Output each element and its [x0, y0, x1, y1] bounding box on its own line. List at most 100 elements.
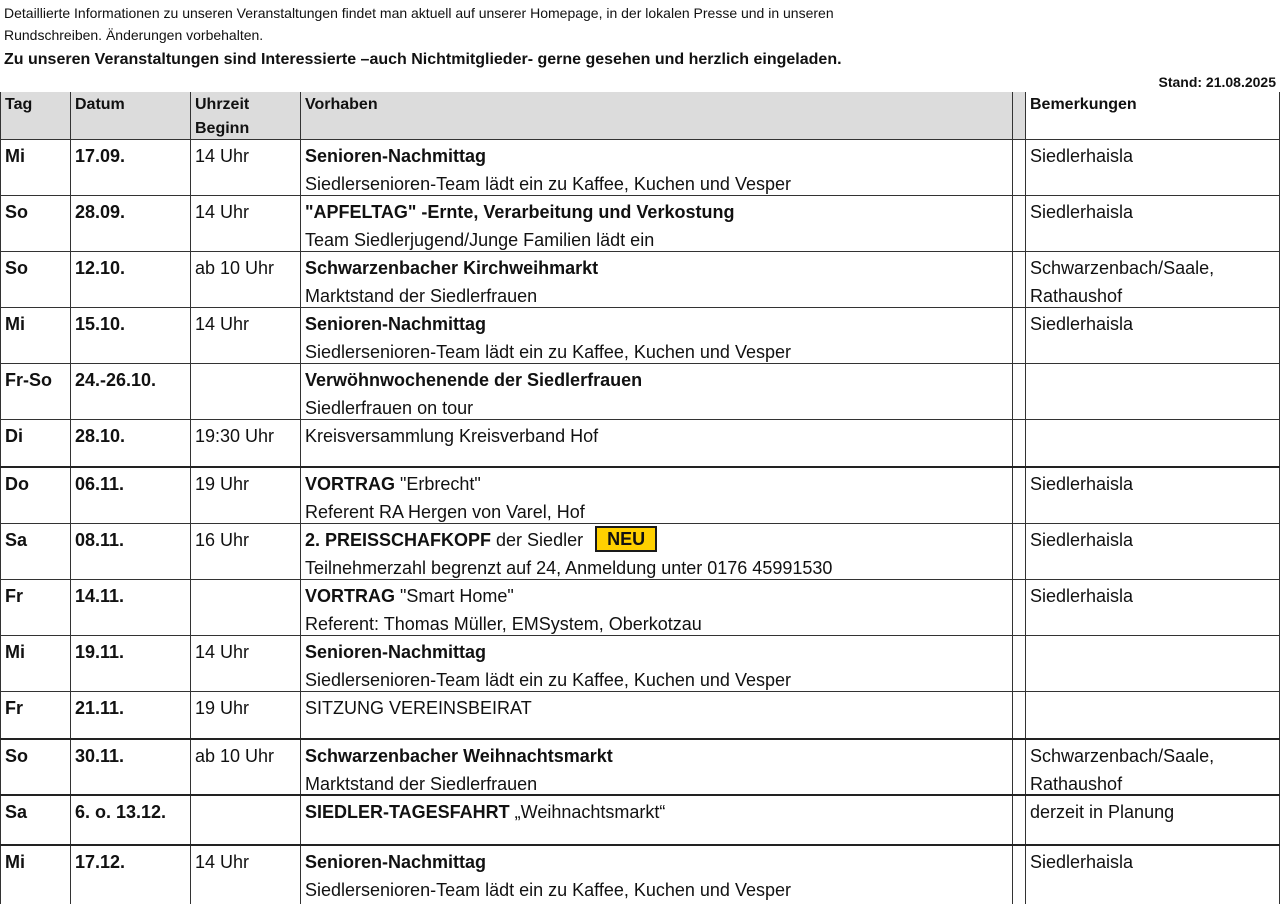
event-title-main: VORTRAG — [305, 586, 395, 606]
cell-vorhaben: Senioren-Nachmittag Siedlersenioren-Team … — [300, 636, 1012, 692]
cell-tag: Fr — [0, 580, 70, 636]
event-description: Kreisversammlung Kreisverband Hof — [305, 426, 599, 446]
cell-uhrzeit: 19 Uhr — [190, 468, 300, 524]
table-row: Fr 21.11. 19 Uhr SITZUNG VEREINSBEIRAT — [0, 692, 1280, 740]
cell-bemerkungen: derzeit in Planung — [1026, 796, 1280, 846]
column-gap — [1012, 524, 1026, 580]
table-row: Sa 6. o. 13.12. SIEDLER-TAGESFAHRT „Weihna… — [0, 796, 1280, 846]
remark-line-1: Schwarzenbach/Saale, — [1030, 258, 1215, 278]
cell-tag: Do — [0, 468, 70, 524]
column-gap — [1012, 580, 1026, 636]
header-vorhaben: Vorhaben — [300, 92, 1012, 140]
event-title-main: "APFELTAG" -Ernte, Verarbeitung und Verk… — [305, 202, 735, 222]
cell-datum: 21.11. — [70, 692, 190, 740]
column-gap — [1012, 364, 1026, 420]
cell-bemerkungen: Siedlerhaisla — [1026, 140, 1280, 196]
cell-vorhaben: VORTRAG "Erbrecht" Referent RA Hergen von… — [300, 468, 1012, 524]
cell-uhrzeit — [190, 364, 300, 420]
remark-line-2: Rathaushof — [1030, 286, 1123, 306]
cell-bemerkungen: Siedlerhaisla — [1026, 846, 1280, 904]
cell-tag: So — [0, 740, 70, 796]
cell-vorhaben: SITZUNG VEREINSBEIRAT — [300, 692, 1012, 740]
cell-uhrzeit: 16 Uhr — [190, 524, 300, 580]
cell-datum: 30.11. — [70, 740, 190, 796]
event-title: SIEDLER-TAGESFAHRT „Weihnachtsmarkt“ — [305, 798, 1012, 826]
cell-bemerkungen — [1026, 420, 1280, 468]
column-gap — [1012, 308, 1026, 364]
event-title-suffix: "Erbrecht" — [395, 474, 481, 494]
cell-uhrzeit: 19:30 Uhr — [190, 420, 300, 468]
column-gap — [1012, 740, 1026, 796]
cell-vorhaben: 2. PREISSCHAFKOPF der Siedler NEU Teilnehm… — [300, 524, 1012, 580]
event-title-main: Senioren-Nachmittag — [305, 852, 487, 872]
remark-line-1: Siedlerhaisla — [1030, 314, 1134, 334]
event-title: "APFELTAG" -Ernte, Verarbeitung und Verk… — [305, 198, 1012, 226]
event-title: Senioren-Nachmittag — [305, 142, 1012, 170]
event-title-main: Senioren-Nachmittag — [305, 146, 487, 166]
cell-datum: 6. o. 13.12. — [70, 796, 190, 846]
cell-bemerkungen: Siedlerhaisla — [1026, 580, 1280, 636]
table-row: Fr-So 24.-26.10. Verwöhnwochenende der Sie… — [0, 364, 1280, 420]
event-title: Senioren-Nachmittag — [305, 638, 1012, 666]
remark-line-1: Siedlerhaisla — [1030, 474, 1134, 494]
header-datum: Datum — [70, 92, 190, 140]
column-gap — [1012, 92, 1026, 140]
cell-uhrzeit: 14 Uhr — [190, 140, 300, 196]
cell-tag: Mi — [0, 308, 70, 364]
cell-uhrzeit: 14 Uhr — [190, 846, 300, 904]
cell-datum: 17.09. — [70, 140, 190, 196]
cell-uhrzeit: 14 Uhr — [190, 196, 300, 252]
column-gap — [1012, 140, 1026, 196]
cell-datum: 08.11. — [70, 524, 190, 580]
event-subtitle: Siedlersenioren-Team lädt ein zu Kaffee,… — [305, 880, 791, 900]
event-title: Schwarzenbacher Weihnachtsmarkt — [305, 742, 1012, 770]
stand-date: Stand: 21.08.2025 — [1158, 74, 1276, 90]
remark-line-1: Schwarzenbach/Saale, — [1030, 746, 1215, 766]
column-gap — [1012, 796, 1026, 846]
cell-tag: Mi — [0, 140, 70, 196]
cell-vorhaben: Senioren-Nachmittag Siedlersenioren-Team … — [300, 308, 1012, 364]
remark-line-1: Siedlerhaisla — [1030, 146, 1134, 166]
header-uhrzeit-line2: Beginn — [195, 120, 250, 137]
table-row: So 30.11. ab 10 Uhr Schwarzenbacher Weihnac… — [0, 740, 1280, 796]
invitation-notice: Zu unseren Veranstaltungen sind Interess… — [4, 51, 842, 68]
remark-line-1: derzeit in Planung — [1030, 802, 1175, 822]
event-title-main: Schwarzenbacher Weihnachtsmarkt — [305, 746, 613, 766]
cell-bemerkungen: Siedlerhaisla — [1026, 308, 1280, 364]
cell-tag: Sa — [0, 524, 70, 580]
event-subtitle: Siedlerfrauen on tour — [305, 398, 474, 418]
event-subtitle: Team Siedlerjugend/Junge Familien lädt e… — [305, 230, 655, 250]
cell-vorhaben: Verwöhnwochenende der Siedlerfrauen Siedl… — [300, 364, 1012, 420]
cell-datum: 15.10. — [70, 308, 190, 364]
header-bemerkungen: Bemerkungen — [1026, 92, 1280, 140]
event-subtitle: Teilnehmerzahl begrenzt auf 24, Anmeldun… — [305, 558, 833, 578]
cell-vorhaben: Senioren-Nachmittag Siedlersenioren-Team … — [300, 140, 1012, 196]
cell-datum: 06.11. — [70, 468, 190, 524]
cell-datum: 24.-26.10. — [70, 364, 190, 420]
cell-bemerkungen: Siedlerhaisla — [1026, 196, 1280, 252]
event-subtitle: Siedlersenioren-Team lädt ein zu Kaffee,… — [305, 342, 791, 362]
neu-badge: NEU — [595, 526, 658, 552]
cell-bemerkungen: Siedlerhaisla — [1026, 468, 1280, 524]
cell-tag: So — [0, 252, 70, 308]
table-row: So 28.09. 14 Uhr "APFELTAG" -Ernte, Verarbe… — [0, 196, 1280, 252]
cell-vorhaben: "APFELTAG" -Ernte, Verarbeitung und Verk… — [300, 196, 1012, 252]
table-row: Fr 14.11. VORTRAG "Smart Home" Referent: Th… — [0, 580, 1280, 636]
cell-bemerkungen: Schwarzenbach/Saale, Rathaushof — [1026, 740, 1280, 796]
cell-datum: 28.09. — [70, 196, 190, 252]
cell-vorhaben: Schwarzenbacher Kirchweihmarkt Marktstand… — [300, 252, 1012, 308]
cell-uhrzeit: 14 Uhr — [190, 636, 300, 692]
event-title: Schwarzenbacher Kirchweihmarkt — [305, 254, 1012, 282]
event-title: VORTRAG "Smart Home" — [305, 582, 1012, 610]
table-row: Di 28.10. 19:30 Uhr Kreisversammlung Kreisv… — [0, 420, 1280, 468]
cell-uhrzeit: 14 Uhr — [190, 308, 300, 364]
table-row: Mi 17.12. 14 Uhr Senioren-Nachmittag Siedler… — [0, 846, 1280, 904]
event-title: Senioren-Nachmittag — [305, 848, 1012, 876]
event-title-main: VORTRAG — [305, 474, 395, 494]
cell-bemerkungen: Schwarzenbach/Saale, Rathaushof — [1026, 252, 1280, 308]
event-subtitle: Siedlersenioren-Team lädt ein zu Kaffee,… — [305, 174, 791, 194]
table-row: Do 06.11. 19 Uhr VORTRAG "Erbrecht" Referent… — [0, 468, 1280, 524]
event-title-main: 2. PREISSCHAFKOPF — [305, 530, 492, 550]
table-row: Mi 17.09. 14 Uhr Senioren-Nachmittag Siedler… — [0, 140, 1280, 196]
event-subtitle: Referent: Thomas Müller, EMSystem, Oberk… — [305, 614, 702, 634]
